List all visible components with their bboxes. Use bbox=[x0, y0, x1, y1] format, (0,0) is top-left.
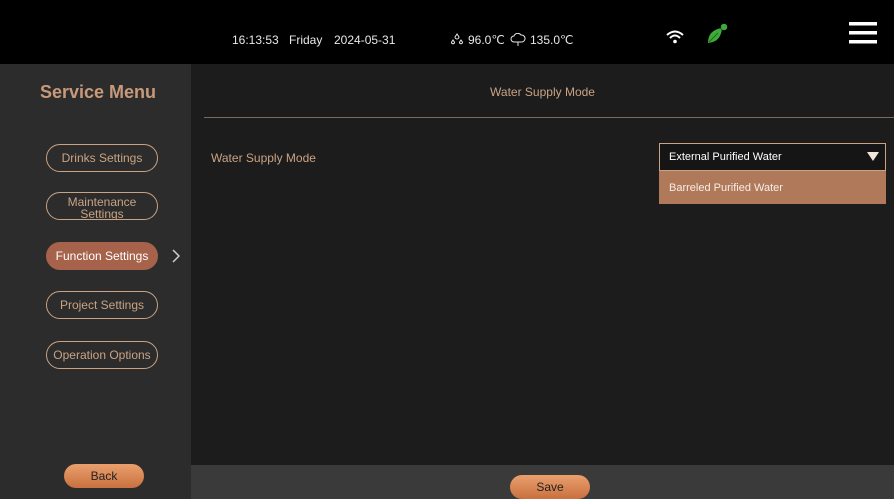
back-button[interactable]: Back bbox=[64, 464, 144, 488]
wifi-icon bbox=[666, 30, 684, 44]
sidebar-item-operation-options[interactable]: Operation Options bbox=[46, 341, 158, 369]
main-panel: Water Supply Mode Water Supply Mode bbox=[191, 64, 894, 465]
steam-cloud-icon bbox=[510, 33, 526, 47]
water-drops-icon bbox=[450, 33, 464, 47]
sidebar-item-maintenance-settings[interactable]: Maintenance Settings bbox=[46, 192, 158, 220]
water-temperature: 96.0℃ bbox=[450, 33, 505, 47]
sidebar-item-project-settings[interactable]: Project Settings bbox=[46, 291, 158, 319]
select-value: External Purified Water bbox=[669, 151, 782, 163]
page-title: Water Supply Mode bbox=[490, 85, 595, 99]
water-supply-mode-select[interactable]: External Purified Water bbox=[659, 143, 886, 171]
weekday: Friday bbox=[289, 33, 323, 47]
date: 2024-05-31 bbox=[334, 33, 396, 47]
sidebar: Service Menu bbox=[0, 64, 191, 499]
save-button[interactable]: Save bbox=[510, 475, 590, 499]
steam-temperature: 135.0℃ bbox=[510, 33, 574, 47]
water-temperature-value: 96.0℃ bbox=[468, 33, 505, 47]
clock-time: 16:13:53 bbox=[232, 33, 279, 47]
sidebar-item-drinks-settings[interactable]: Drinks Settings bbox=[46, 144, 158, 172]
steam-temperature-value: 135.0℃ bbox=[530, 33, 574, 47]
dropdown-option-barreled[interactable]: Barreled Purified Water bbox=[659, 171, 886, 204]
sidebar-title: Service Menu bbox=[40, 82, 157, 102]
hamburger-menu-icon[interactable] bbox=[849, 21, 877, 45]
sidebar-item-function-settings[interactable]: Function Settings bbox=[46, 242, 158, 270]
divider bbox=[204, 117, 894, 118]
status-bar: 16:13:53 Friday 2024-05-31 96.0℃ 135.0℃ bbox=[0, 0, 894, 64]
leaf-notification-icon[interactable] bbox=[705, 22, 729, 46]
water-supply-mode-label: Water Supply Mode bbox=[211, 151, 316, 165]
dropdown-triangle-icon[interactable] bbox=[867, 152, 879, 162]
chevron-right-icon bbox=[172, 249, 180, 263]
